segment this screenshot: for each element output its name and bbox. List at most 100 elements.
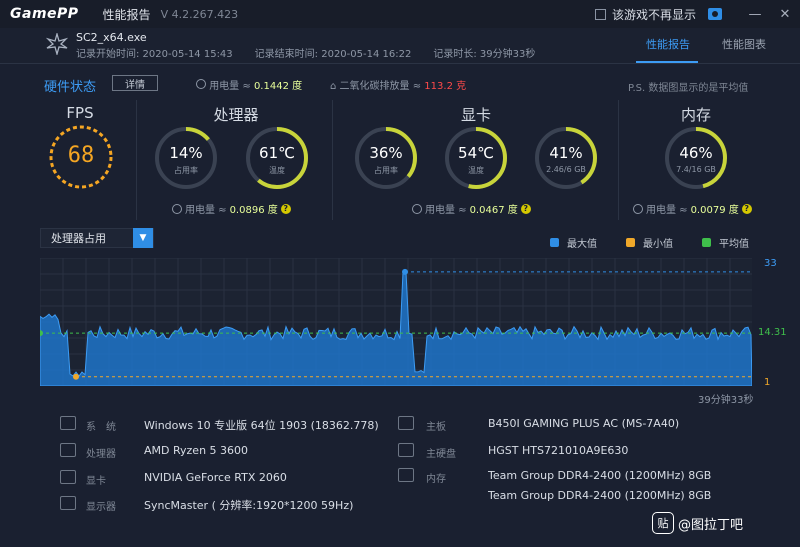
average-note: P.S. 数据图显示的是平均值 <box>628 83 749 94</box>
disk-label: 主硬盘 <box>426 449 456 460</box>
gpu-usage-label: 占用率 <box>374 166 398 175</box>
cpu-usage-gauge: 14% 占用率 <box>154 126 218 190</box>
max-marker <box>402 268 408 275</box>
legend-swatch <box>550 238 559 247</box>
help-icon[interactable]: ? <box>280 203 291 214</box>
power-icon <box>172 203 182 214</box>
fps-gauge: 68 <box>48 124 114 190</box>
memory-power: 用电量 ≈0.0079 度 ? <box>633 201 752 216</box>
tab-performance-chart[interactable]: 性能图表 <box>722 36 766 52</box>
watermark-text: @图拉丁吧 <box>678 517 744 533</box>
power-icon <box>633 203 643 214</box>
fps-title: FPS <box>66 104 94 122</box>
monitor-icon <box>60 496 76 510</box>
legend-avg: 平均值 <box>702 235 749 250</box>
cpu-title: 处理器 <box>213 106 259 124</box>
motherboard-label: 主板 <box>426 422 446 433</box>
window-title: 性能报告 <box>102 7 151 22</box>
legend-min: 最小值 <box>626 235 673 250</box>
record-end: 记录结束时间: 2020-05-14 16:22 <box>254 49 412 60</box>
power-icon <box>196 79 206 89</box>
divider <box>332 100 333 220</box>
gpu-power: 用电量 ≈0.0467 度 ? <box>412 201 531 216</box>
co2-emission: ⌂ 二氧化碳排放量 ≈ 113.2 克 <box>330 81 467 92</box>
chevron-down-icon[interactable]: ▼ <box>133 228 153 248</box>
memory-title: 内存 <box>680 106 711 124</box>
memory-usage-label: 7.4/16 GB <box>676 165 716 174</box>
memory-label: 内存 <box>426 474 446 485</box>
gpu-icon <box>60 470 76 484</box>
power-icon <box>412 203 422 214</box>
avg-label: 14.31 <box>758 327 787 338</box>
active-tab-indicator <box>636 61 698 63</box>
watermark: 贴 @图拉丁吧 <box>652 512 743 534</box>
motherboard-value: B450I GAMING PLUS AC (MS-7A40) <box>488 417 680 430</box>
details-button[interactable]: 详情 <box>112 75 158 91</box>
hardware-status-title: 硬件状态 <box>44 80 97 95</box>
min-label: 1 <box>764 377 771 388</box>
cpu-usage-label: 占用率 <box>174 166 198 175</box>
disk-value: HGST HTS721010A9E630 <box>488 444 629 457</box>
max-label: 33 <box>764 258 777 269</box>
cpu-usage-value: 14% <box>169 144 203 162</box>
help-icon[interactable]: ? <box>520 203 531 214</box>
tab-performance-report[interactable]: 性能报告 <box>646 36 690 52</box>
memory-value-2: Team Group DDR4-2400 (1200MHz) 8GB <box>488 489 712 502</box>
motherboard-icon <box>398 416 414 430</box>
close-button[interactable]: ✕ <box>770 0 800 28</box>
divider <box>136 100 137 220</box>
exe-name: SC2_x64.exe <box>76 31 147 44</box>
gpu-usage-gauge: 36% 占用率 <box>354 126 418 190</box>
legend-label: 最大值 <box>567 239 597 250</box>
memory-icon <box>398 468 414 482</box>
legend-label: 平均值 <box>719 239 749 250</box>
version-label: V 4.2.267.423 <box>160 7 239 21</box>
gpu-temp-value: 54℃ <box>458 144 494 162</box>
metric-select[interactable]: 处理器占用 ▼ <box>40 228 154 248</box>
gpu-usage-value: 36% <box>369 144 403 162</box>
gpu-title: 显卡 <box>460 106 491 124</box>
gpu-temp-gauge: 54℃ 温度 <box>444 126 508 190</box>
app-logo: GamePP <box>10 6 79 22</box>
fps-value: 68 <box>67 143 95 168</box>
gpu-temp-label: 温度 <box>468 166 484 175</box>
tieba-icon: 贴 <box>652 512 674 534</box>
legend-swatch <box>626 238 635 247</box>
metric-select-value: 处理器占用 <box>51 232 106 245</box>
cpu-temp-gauge: 61℃ 温度 <box>245 126 309 190</box>
cpu-icon <box>60 443 76 457</box>
memory-usage-gauge: 46% 7.4/16 GB <box>664 126 728 190</box>
legend-max: 最大值 <box>550 235 597 250</box>
divider <box>618 100 619 220</box>
disk-icon <box>398 443 414 457</box>
record-duration: 记录时长: 39分钟33秒 <box>433 49 536 60</box>
gpu-vram-label: 2.46/6 GB <box>546 165 586 174</box>
cpu-power: 用电量 ≈0.0896 度 ? <box>172 201 291 216</box>
title-bar: GamePP 性能报告 V 4.2.267.423 该游戏不再显示 — ✕ <box>0 0 800 28</box>
memory-usage-value: 46% <box>679 144 713 162</box>
legend-swatch <box>702 238 711 247</box>
no-show-label[interactable]: 该游戏不再显示 <box>612 6 696 23</box>
session-header: SC2_x64.exe 记录开始时间: 2020-05-14 15:43 记录结… <box>0 28 800 64</box>
system-label: 系 统 <box>86 422 116 433</box>
minimize-button[interactable]: — <box>740 0 770 28</box>
no-show-checkbox[interactable] <box>594 8 606 20</box>
game-app-icon <box>46 33 68 55</box>
help-icon[interactable]: ? <box>741 203 752 214</box>
cpu-value: AMD Ryzen 5 3600 <box>144 444 249 457</box>
record-start: 记录开始时间: 2020-05-14 15:43 <box>76 49 233 60</box>
leaf-icon: ⌂ <box>330 81 337 92</box>
cpu-temp-value: 61℃ <box>259 144 295 162</box>
legend-label: 最小值 <box>643 239 673 250</box>
cpu-label: 处理器 <box>86 449 116 460</box>
gpu-vram-value: 41% <box>549 144 583 162</box>
min-marker <box>73 373 79 380</box>
monitor-label: 显示器 <box>86 502 116 513</box>
windows-icon <box>60 416 76 430</box>
gpu-label: 显卡 <box>86 476 106 487</box>
memory-value-1: Team Group DDR4-2400 (1200MHz) 8GB <box>488 469 712 482</box>
system-value: Windows 10 专业版 64位 1903 (18362.778) <box>144 419 379 432</box>
cpu-usage-chart <box>40 258 752 386</box>
cpu-temp-label: 温度 <box>269 166 285 175</box>
screenshot-icon[interactable] <box>708 8 722 20</box>
